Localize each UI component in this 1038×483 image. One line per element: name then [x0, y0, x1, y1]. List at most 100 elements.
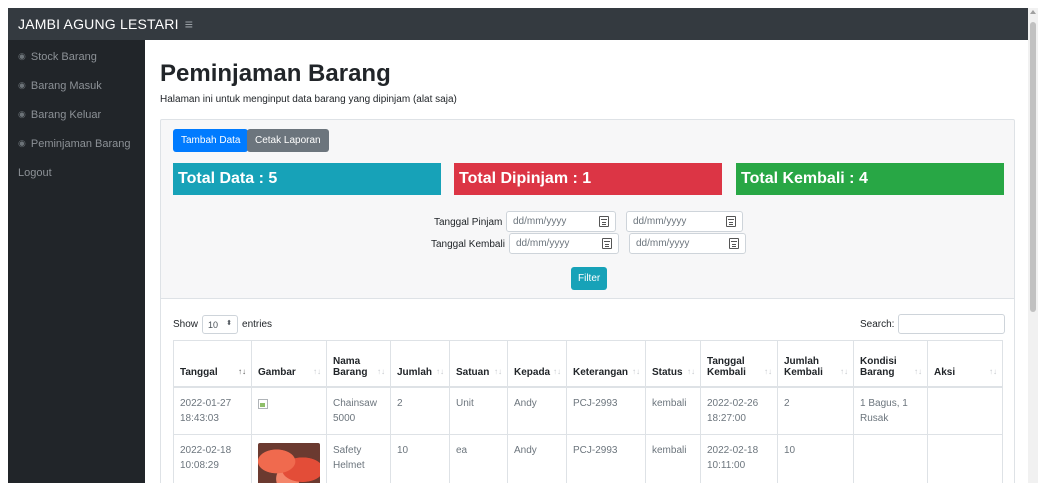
helmet-photo — [258, 442, 320, 483]
sidebar-item-logout[interactable]: Logout — [8, 158, 145, 187]
sort-icon: ↑↓ — [494, 366, 502, 376]
sort-icon: ↑↓ — [553, 366, 561, 376]
cell-aksi — [927, 386, 1003, 434]
page-scrollbar[interactable] — [1028, 8, 1038, 483]
filter-button[interactable]: Filter — [571, 267, 608, 290]
col-header-status[interactable]: Status ↑↓ — [645, 340, 701, 388]
sort-icon: ↑↓ — [764, 366, 772, 376]
stat-total-returned: Total Kembali : 4 — [736, 163, 1004, 195]
sort-icon: ↑↓ — [313, 366, 321, 376]
navbar: JAMBI AGUNG LESTARI ≡ — [8, 8, 1028, 40]
sidebar-item-label: Stock Barang — [30, 50, 97, 63]
sidebar-item-barang-keluar[interactable]: ◉ Barang Keluar — [8, 100, 145, 129]
tachometer-icon: ◉ — [18, 51, 26, 61]
sidebar: ◉ Stock Barang ◉ Barang Masuk ◉ Barang K… — [8, 40, 145, 483]
tanggal-kembali-label: Tanggal Kembali — [431, 239, 505, 250]
tanggal-pinjam-start-input[interactable]: dd/mm/yyyy — [506, 211, 616, 232]
cell-keterangan: PCJ-2993 — [566, 386, 646, 434]
sort-icon: ↑↓ — [632, 366, 640, 376]
tachometer-icon: ◉ — [18, 80, 26, 90]
entries-length-control: Show 10 ⬍ entries — [173, 315, 272, 334]
date-placeholder: dd/mm/yyyy — [513, 216, 567, 227]
table-header-row: Tanggal ↑↓ Gambar ↑↓ Nama Barang ↑↓ Jumlah ↑… — [173, 340, 1003, 388]
col-header-kondisi-barang[interactable]: Kondisi Barang ↑↓ — [853, 340, 928, 388]
sort-icon: ↑↓ — [914, 366, 922, 376]
col-header-satuan[interactable]: Satuan ↑↓ — [449, 340, 508, 388]
sort-icon: ↑↓ — [989, 366, 997, 376]
cell-kondisi-barang — [853, 433, 928, 483]
entries-label: entries — [242, 319, 273, 330]
peminjaman-table: Tanggal ↑↓ Gambar ↑↓ Nama Barang ↑↓ Jumlah ↑… — [173, 340, 1003, 483]
calendar-icon[interactable] — [602, 238, 612, 249]
search-label: Search: — [860, 318, 895, 330]
col-header-nama-barang[interactable]: Nama Barang ↑↓ — [326, 340, 391, 388]
tanggal-pinjam-end-input[interactable]: dd/mm/yyyy — [626, 211, 743, 232]
search-input[interactable] — [898, 314, 1006, 334]
sort-icon: ↑↓ — [377, 366, 385, 376]
cell-nama-barang: Chainsaw 5000 — [326, 386, 391, 434]
add-data-button[interactable]: Tambah Data — [173, 129, 249, 152]
tanggal-pinjam-label: Tanggal Pinjam — [434, 217, 503, 228]
cell-status: kembali — [645, 386, 701, 434]
col-header-aksi[interactable]: Aksi ↑↓ — [927, 340, 1003, 388]
sort-icon: ↑↓ — [238, 366, 246, 376]
cell-keterangan: PCJ-2993 — [566, 433, 646, 483]
cell-kondisi-barang: 1 Bagus, 1 Rusak — [853, 386, 928, 434]
tachometer-icon: ◉ — [18, 109, 26, 119]
col-header-jumlah[interactable]: Jumlah ↑↓ — [390, 340, 450, 388]
cell-jumlah-kembali: 2 — [777, 386, 854, 434]
sidebar-item-label: Peminjaman Barang — [30, 137, 131, 150]
cell-gambar — [251, 386, 327, 434]
col-header-keterangan[interactable]: Keterangan ↑↓ — [566, 340, 646, 388]
scrollbar-thumb[interactable] — [1030, 22, 1036, 312]
table-panel: Show 10 ⬍ entries Search: Tanggal ↑↓ Gam… — [161, 298, 1014, 483]
col-header-tanggal[interactable]: Tanggal ↑↓ — [173, 340, 252, 388]
cell-tanggal: 2022-02-18 10:08:29 — [173, 433, 252, 483]
cell-jumlah: 2 — [390, 386, 450, 434]
table-search: Search: — [860, 314, 1006, 334]
cell-kepada: Andy — [507, 433, 567, 483]
cell-nama-barang: Safety Helmet — [326, 433, 391, 483]
page-subtitle: Halaman ini untuk menginput data barang … — [160, 94, 457, 105]
date-placeholder: dd/mm/yyyy — [636, 238, 690, 249]
sort-icon: ↑↓ — [687, 366, 695, 376]
main-content: Peminjaman Barang Halaman ini untuk meng… — [145, 40, 1028, 483]
app-window: JAMBI AGUNG LESTARI ≡ ◉ Stock Barang ◉ B… — [0, 0, 1038, 483]
sidebar-item-label: Barang Keluar — [30, 108, 102, 121]
cell-jumlah: 10 — [390, 433, 450, 483]
sidebar-item-label: Logout — [18, 166, 52, 179]
tanggal-kembali-end-input[interactable]: dd/mm/yyyy — [629, 233, 746, 254]
table-row: 2022-02-18 10:08:29 Safety Helmet 10 ea … — [173, 433, 1003, 483]
tachometer-icon: ◉ — [18, 138, 26, 148]
stat-total-borrowed: Total Dipinjam : 1 — [454, 163, 722, 195]
cell-satuan: ea — [449, 433, 508, 483]
stat-total-data: Total Data : 5 — [173, 163, 441, 195]
broken-image-icon — [258, 398, 268, 409]
tanggal-kembali-start-input[interactable]: dd/mm/yyyy — [509, 233, 619, 254]
sidebar-item-barang-masuk[interactable]: ◉ Barang Masuk — [8, 71, 145, 100]
col-header-jumlah-kembali[interactable]: Jumlah Kembali ↑↓ — [777, 340, 854, 388]
calendar-icon[interactable] — [599, 216, 609, 227]
col-header-tanggal-kembali[interactable]: Tanggal Kembali ↑↓ — [700, 340, 778, 388]
col-header-kepada[interactable]: Kepada ↑↓ — [507, 340, 567, 388]
calendar-icon[interactable] — [726, 216, 736, 227]
table-row: 2022-01-27 18:43:03 Chainsaw 5000 2 Unit… — [173, 386, 1003, 434]
cell-satuan: Unit — [449, 386, 508, 434]
calendar-icon[interactable] — [729, 238, 739, 249]
content-card: Tambah Data Cetak Laporan Total Data : 5… — [160, 119, 1015, 483]
cell-tanggal-kembali: 2022-02-18 10:11:00 — [700, 433, 778, 483]
scroll-up-arrow-icon[interactable] — [1030, 10, 1036, 14]
show-label: Show — [173, 319, 199, 330]
sidebar-item-peminjaman-barang[interactable]: ◉ Peminjaman Barang — [8, 129, 145, 158]
brand-title[interactable]: JAMBI AGUNG LESTARI — [18, 16, 179, 32]
cell-tanggal-kembali: 2022-02-26 18:27:00 — [700, 386, 778, 434]
menu-toggle-icon[interactable]: ≡ — [185, 16, 193, 32]
cell-jumlah-kembali: 10 — [777, 433, 854, 483]
col-header-gambar[interactable]: Gambar ↑↓ — [251, 340, 327, 388]
sidebar-item-stock-barang[interactable]: ◉ Stock Barang — [8, 42, 145, 71]
entries-select-value: 10 — [208, 319, 219, 330]
date-placeholder: dd/mm/yyyy — [516, 238, 570, 249]
print-report-button[interactable]: Cetak Laporan — [247, 129, 329, 152]
entries-select[interactable]: 10 ⬍ — [202, 315, 239, 334]
cell-status: kembali — [645, 433, 701, 483]
